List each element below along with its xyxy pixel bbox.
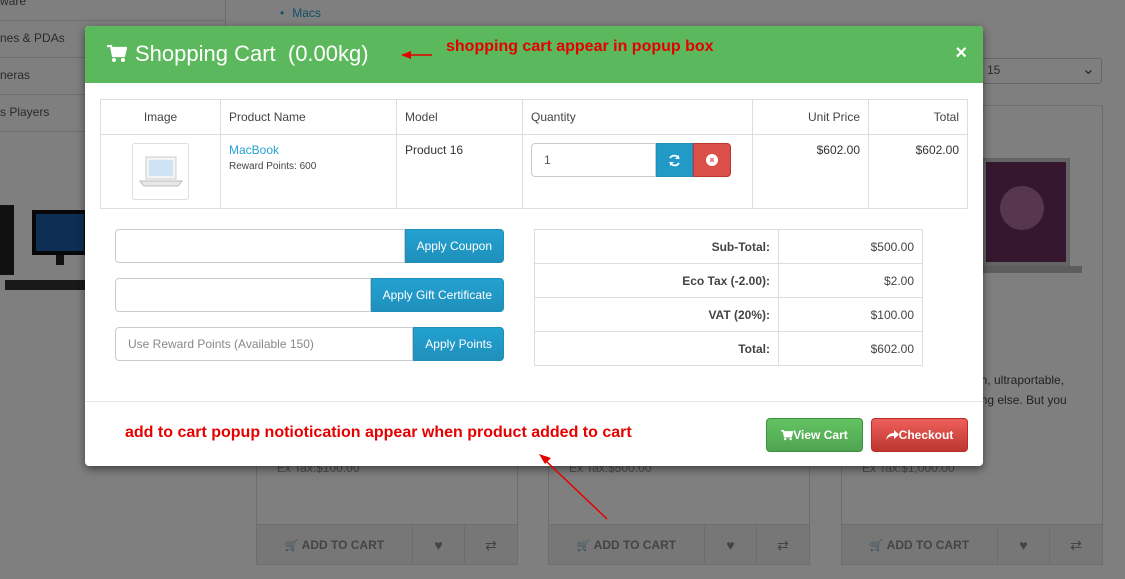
- totals-row: Total: $602.00: [534, 331, 923, 366]
- checkout-button[interactable]: Checkout: [871, 418, 968, 452]
- apply-gift-certificate-button[interactable]: Apply Gift Certificate: [370, 278, 504, 312]
- gift-certificate-group: Apply Gift Certificate: [115, 278, 504, 312]
- model-cell: Product 16: [396, 134, 523, 209]
- modal-footer: add to cart popup notiotication appear w…: [85, 401, 983, 466]
- column-header-model: Model: [396, 99, 523, 135]
- annotation-top: shopping cart appear in popup box: [446, 38, 714, 55]
- column-header-total: Total: [868, 99, 968, 135]
- totals-table: Sub-Total: $500.00 Eco Tax (-2.00): $2.00 …: [534, 229, 923, 366]
- column-header-image: Image: [100, 99, 221, 135]
- close-icon[interactable]: ×: [955, 42, 967, 65]
- modal-title-text: Shopping Cart (0.00kg): [135, 41, 369, 66]
- totals-row: VAT (20%): $100.00: [534, 297, 923, 332]
- unit-price-cell: $602.00: [752, 134, 869, 209]
- annotation-bottom: add to cart popup notiotication appear w…: [125, 424, 632, 441]
- column-header-unit-price: Unit Price: [752, 99, 869, 135]
- apply-points-button[interactable]: Apply Points: [413, 327, 504, 361]
- remove-icon[interactable]: ×: [693, 143, 731, 177]
- view-cart-button[interactable]: View Cart: [766, 418, 863, 452]
- gift-certificate-input[interactable]: [115, 278, 371, 312]
- totals-row: Sub-Total: $500.00: [534, 229, 923, 264]
- reward-points-input[interactable]: [115, 327, 414, 361]
- shopping-cart-icon: [107, 45, 127, 62]
- shopping-cart-icon: [781, 429, 794, 440]
- quantity-input[interactable]: [531, 143, 656, 177]
- refresh-icon[interactable]: [656, 143, 693, 177]
- column-header-product-name: Product Name: [220, 99, 397, 135]
- totals-row: Eco Tax (-2.00): $2.00: [534, 263, 923, 298]
- cart-table: Image Product Name Model Quantity Unit P…: [100, 99, 968, 209]
- table-header-row: Image Product Name Model Quantity Unit P…: [100, 99, 968, 135]
- share-arrow-icon: [885, 429, 899, 440]
- apply-coupon-button[interactable]: Apply Coupon: [404, 229, 504, 263]
- shopping-cart-modal: Shopping Cart (0.00kg) shopping cart app…: [85, 26, 983, 466]
- table-row: MacBook Reward Points: 600 Product 16 × …: [100, 134, 968, 209]
- quantity-group: ×: [531, 143, 731, 177]
- total-cell: $602.00: [868, 134, 968, 209]
- modal-title: Shopping Cart (0.00kg): [107, 41, 369, 67]
- column-header-quantity: Quantity: [522, 99, 753, 135]
- reward-points-text: Reward Points: 600: [229, 161, 317, 172]
- product-name-link[interactable]: MacBook: [229, 143, 388, 157]
- product-thumbnail[interactable]: [132, 143, 189, 200]
- coupon-group: Apply Coupon: [115, 229, 504, 263]
- reward-points-group: Apply Points: [115, 327, 504, 361]
- modal-header: Shopping Cart (0.00kg) shopping cart app…: [85, 26, 983, 83]
- coupon-input[interactable]: [115, 229, 405, 263]
